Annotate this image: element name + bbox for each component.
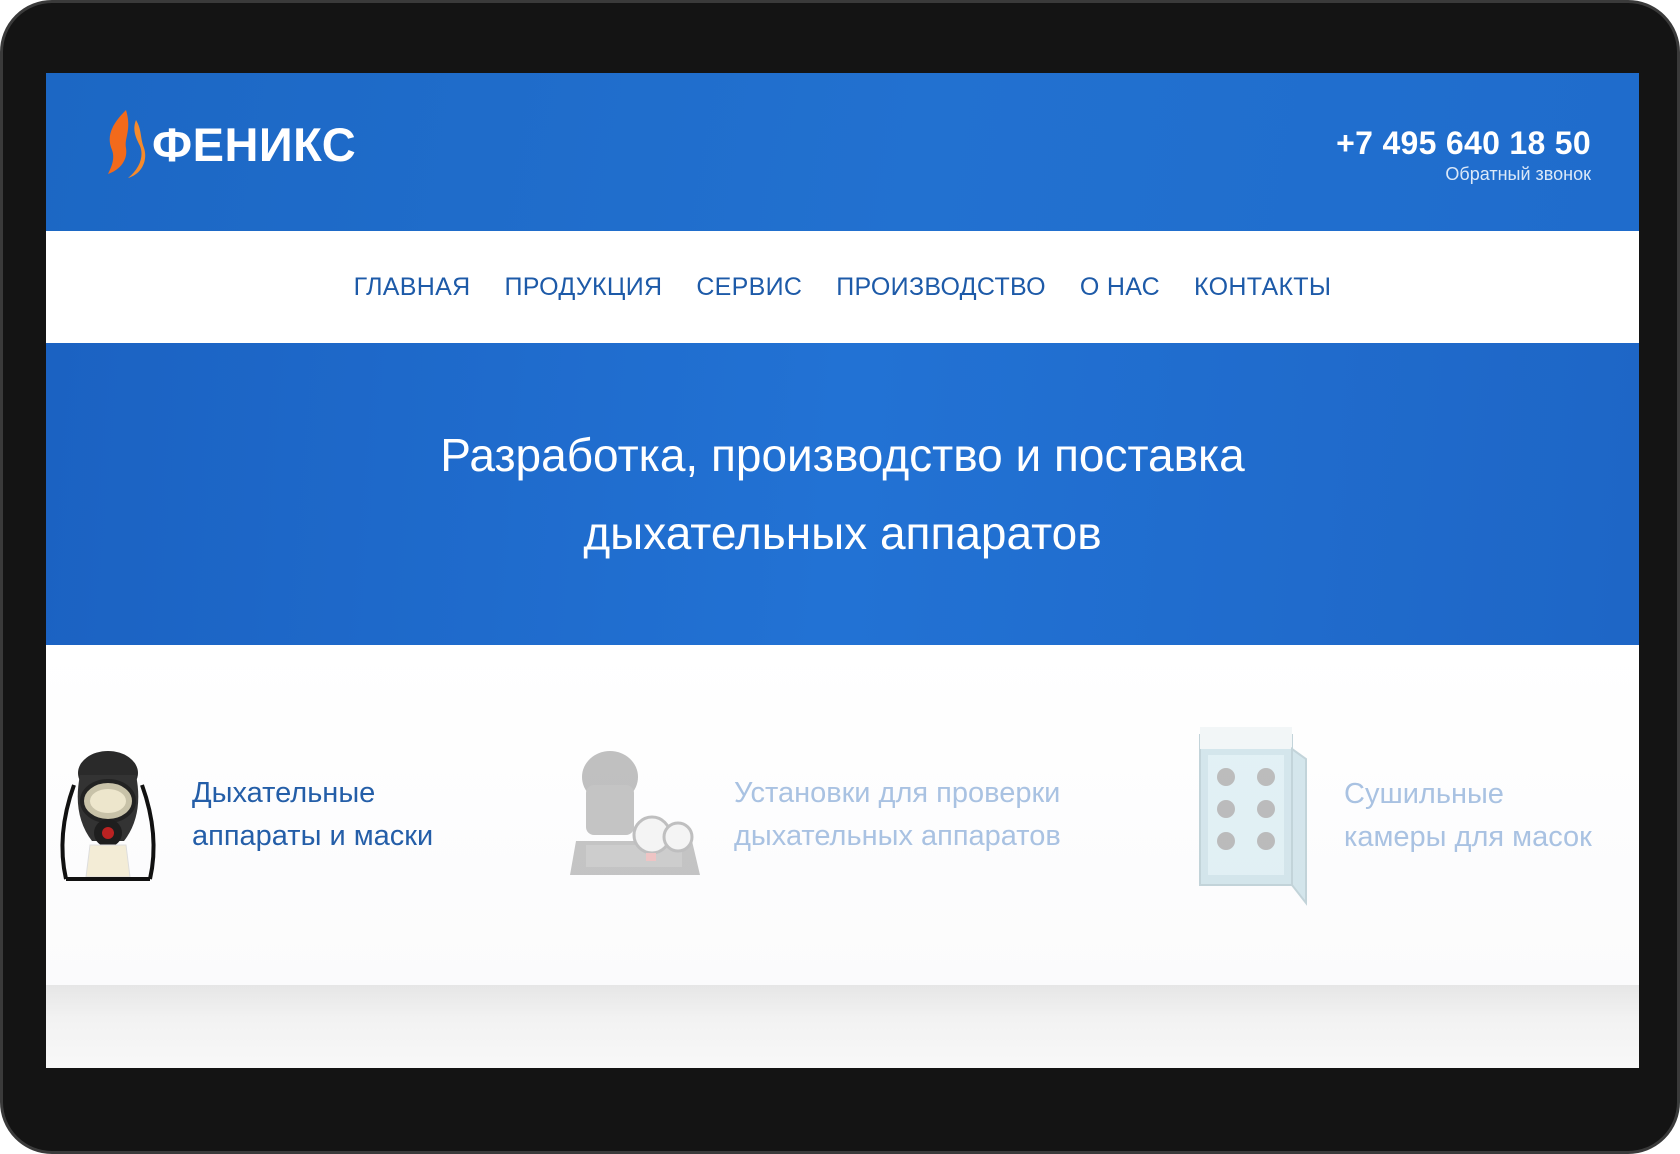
category-label-line1: Дыхательные bbox=[192, 777, 376, 809]
callback-link[interactable]: Обратный звонок bbox=[1336, 161, 1591, 187]
category-breathing-apparatus[interactable]: Дыхательные аппараты и маски bbox=[52, 745, 433, 885]
category-drying-cabinets[interactable]: Сушильные камеры для масок bbox=[1196, 725, 1592, 907]
drying-cabinet-icon bbox=[1199, 727, 1307, 906]
category-label-line1: Сушильные bbox=[1344, 778, 1504, 810]
nav-item-service[interactable]: СЕРВИС bbox=[696, 273, 802, 302]
category-label-line2: аппараты и маски bbox=[192, 820, 434, 852]
category-test-units[interactable]: Установки для проверки дыхательных аппар… bbox=[566, 745, 1061, 885]
browser-viewport: ФЕНИКС +7 495 640 18 50 Обратный звонок … bbox=[46, 73, 1639, 1068]
nav-item-products[interactable]: ПРОДУКЦИЯ bbox=[504, 273, 662, 302]
site-header: ФЕНИКС +7 495 640 18 50 Обратный звонок bbox=[46, 73, 1639, 231]
site-logo[interactable]: ФЕНИКС bbox=[102, 107, 356, 181]
category-label: Сушильные камеры для масок bbox=[1344, 773, 1592, 859]
category-label: Установки для проверки дыхательных аппар… bbox=[734, 772, 1061, 858]
hero-title-line2: дыхательных аппаратов bbox=[583, 507, 1102, 559]
nav-item-home[interactable]: ГЛАВНАЯ bbox=[354, 273, 471, 302]
phone-link[interactable]: +7 495 640 18 50 bbox=[1336, 125, 1591, 161]
hero-title-line1: Разработка, производство и поставка bbox=[440, 429, 1245, 481]
device-frame: ФЕНИКС +7 495 640 18 50 Обратный звонок … bbox=[0, 0, 1680, 1154]
category-label-line2: дыхательных аппаратов bbox=[734, 820, 1061, 852]
product-categories: Дыхательные аппараты и маски Установки д… bbox=[46, 645, 1639, 985]
section-divider bbox=[46, 985, 1639, 1068]
category-label-line2: камеры для масок bbox=[1344, 821, 1592, 853]
header-contacts: +7 495 640 18 50 Обратный звонок bbox=[1336, 125, 1591, 187]
logo-text: ФЕНИКС bbox=[152, 117, 357, 171]
gas-mask-icon bbox=[60, 751, 156, 881]
main-nav: ГЛАВНАЯ ПРОДУКЦИЯ СЕРВИС ПРОИЗВОДСТВО О … bbox=[46, 231, 1639, 343]
category-label-line1: Установки для проверки bbox=[734, 777, 1061, 809]
nav-item-contacts[interactable]: КОНТАКТЫ bbox=[1194, 273, 1331, 302]
flame-icon bbox=[108, 110, 146, 178]
nav-item-about[interactable]: О НАС bbox=[1080, 273, 1160, 302]
test-device-icon bbox=[570, 751, 700, 875]
hero-title: Разработка, производство и поставка дыха… bbox=[353, 416, 1333, 572]
hero-banner: Разработка, производство и поставка дыха… bbox=[46, 343, 1639, 645]
category-label: Дыхательные аппараты и маски bbox=[192, 772, 433, 858]
nav-item-production[interactable]: ПРОИЗВОДСТВО bbox=[836, 273, 1046, 302]
